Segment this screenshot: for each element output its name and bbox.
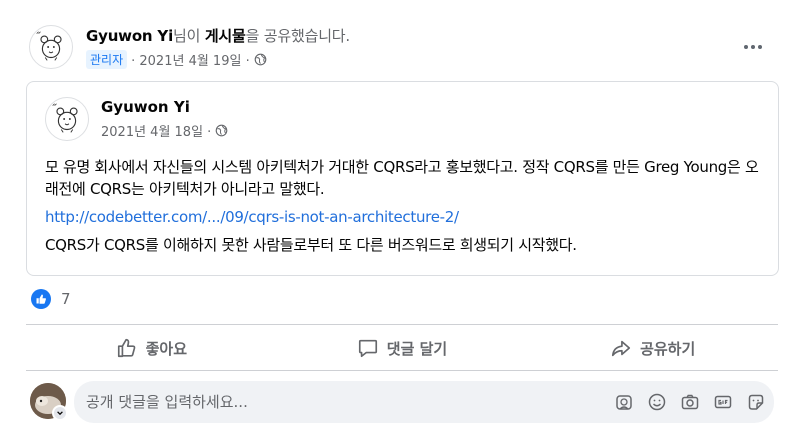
bear-avatar-icon bbox=[36, 31, 62, 61]
post-meta: 관리자 · 2021년 4월 19일 · bbox=[86, 50, 267, 69]
camera-icon[interactable] bbox=[680, 392, 700, 412]
thumbs-up-icon bbox=[117, 338, 135, 358]
chevron-down-glyph bbox=[57, 411, 63, 416]
post-header-title: Gyuwon Yi님이 게시물을 공유했습니다. bbox=[86, 25, 350, 46]
chevron-down-icon[interactable] bbox=[52, 405, 68, 421]
comment-composer bbox=[74, 381, 774, 423]
shared-date-link[interactable]: 2021년 4월 18일 · bbox=[101, 121, 211, 140]
like-button-label: 좋아요 bbox=[145, 339, 188, 358]
reaction-count: 7 bbox=[61, 290, 71, 308]
like-reaction-icon bbox=[31, 289, 51, 309]
shared-author-avatar[interactable] bbox=[45, 97, 89, 141]
globe-icon bbox=[215, 124, 228, 137]
post-date-link[interactable]: · 2021년 4월 19일 · bbox=[131, 50, 250, 69]
shared-post-body: 모 유명 회사에서 자신들의 시스템 아키텍처가 거대한 CQRS라고 홍보했다… bbox=[45, 156, 765, 262]
shared-object-link[interactable]: 게시물 bbox=[205, 27, 246, 45]
share-arrow-icon bbox=[612, 340, 631, 357]
post-actions-bar: 좋아요 댓글 달기 공유하기 bbox=[26, 326, 778, 370]
shared-author-name[interactable]: Gyuwon Yi bbox=[101, 98, 190, 116]
thumbs-up-icon bbox=[36, 294, 46, 304]
shared-post: Gyuwon Yi님이 게시물을 공유했습니다. 관리자 · 2021년 4월 … bbox=[0, 0, 806, 440]
reaction-summary[interactable]: 7 bbox=[31, 289, 71, 309]
author-avatar[interactable] bbox=[29, 25, 73, 69]
share-action-text: 을 공유했습니다. bbox=[245, 27, 351, 45]
comment-button-label: 댓글 달기 bbox=[386, 339, 448, 358]
bear-avatar-icon bbox=[52, 103, 78, 133]
comment-bubble-icon bbox=[358, 339, 377, 358]
share-button-label: 공유하기 bbox=[640, 339, 696, 358]
shared-meta: 2021년 4월 18일 · bbox=[101, 121, 228, 140]
external-link[interactable]: http://codebetter.com/.../09/cqrs-is-not… bbox=[45, 208, 459, 226]
emoji-icon[interactable] bbox=[647, 392, 667, 412]
sticker-avatar-icon[interactable] bbox=[614, 392, 634, 412]
divider bbox=[26, 370, 778, 371]
comment-tools bbox=[614, 392, 766, 412]
post-paragraph: 모 유명 회사에서 자신들의 시스템 아키텍처가 거대한 CQRS라고 홍보했다… bbox=[45, 158, 759, 198]
author-name-link[interactable]: Gyuwon Yi bbox=[86, 27, 173, 45]
like-button[interactable]: 좋아요 bbox=[26, 326, 277, 370]
more-horizontal-icon bbox=[744, 45, 748, 49]
comment-input[interactable] bbox=[86, 381, 606, 423]
sticker-icon[interactable] bbox=[746, 392, 766, 412]
more-dot bbox=[751, 45, 755, 49]
author-suffix: 님이 bbox=[173, 27, 201, 45]
admin-badge: 관리자 bbox=[86, 50, 128, 69]
gif-icon[interactable] bbox=[713, 392, 733, 412]
share-button[interactable]: 공유하기 bbox=[527, 326, 778, 370]
comment-button[interactable]: 댓글 달기 bbox=[277, 326, 528, 370]
divider bbox=[26, 324, 778, 325]
shared-content-card[interactable]: Gyuwon Yi 2021년 4월 18일 · 모 유명 회사에서 자신들의 … bbox=[26, 81, 779, 276]
post-paragraph: CQRS가 CQRS를 이해하지 못한 사람들로부터 또 다른 버즈워드로 희생… bbox=[45, 236, 577, 254]
more-options-button[interactable] bbox=[737, 33, 769, 61]
more-dot bbox=[758, 45, 762, 49]
globe-icon bbox=[254, 53, 267, 66]
